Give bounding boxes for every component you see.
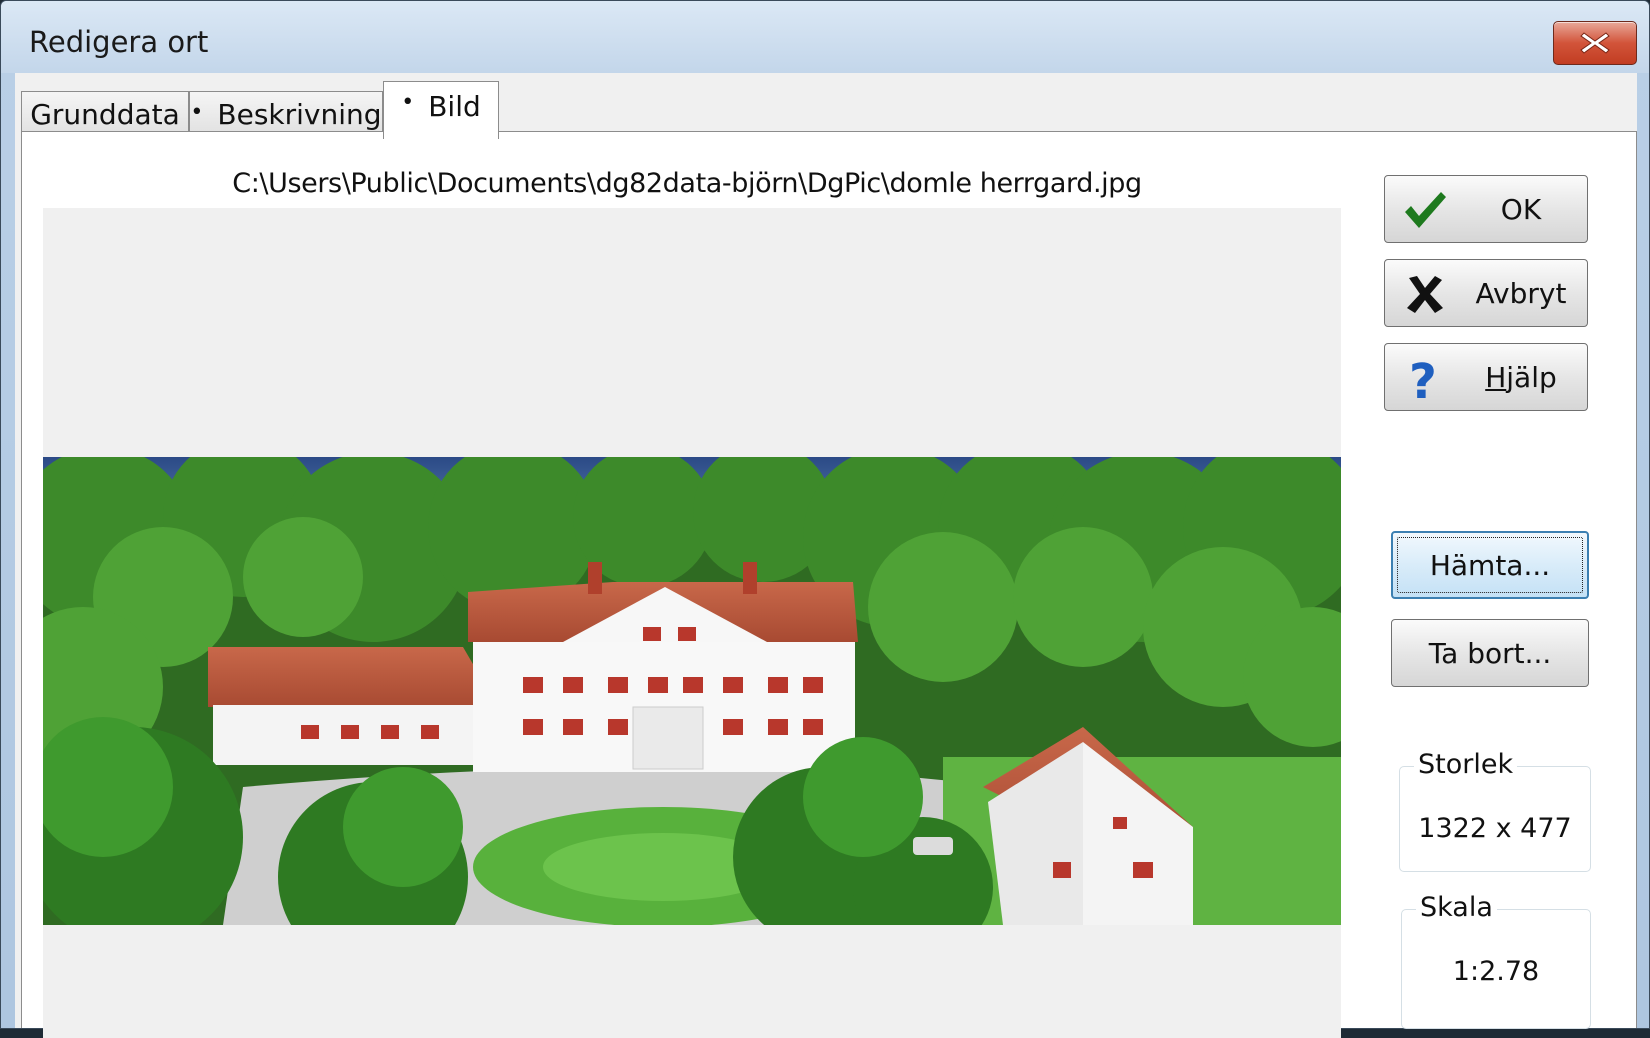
title-bar[interactable]: Redigera ort bbox=[1, 1, 1649, 73]
tab-bullet: • bbox=[401, 90, 415, 115]
dialog-window: Redigera ort Grunddata • Beskrivning • B… bbox=[0, 0, 1650, 1038]
tab-label: Beskrivning bbox=[217, 98, 382, 131]
dialog-client: Grunddata • Beskrivning • Bild C:\Users\… bbox=[15, 73, 1637, 1038]
image-preview bbox=[43, 208, 1341, 1038]
tab-label: Grunddata bbox=[30, 98, 180, 131]
ok-button[interactable]: OK bbox=[1384, 175, 1588, 243]
focus-rect bbox=[1397, 537, 1583, 593]
window-title: Redigera ort bbox=[29, 25, 209, 59]
scale-group: Skala 1:2.78 bbox=[1401, 892, 1591, 1029]
tab-label: Bild bbox=[428, 90, 481, 123]
question-icon: ? bbox=[1409, 354, 1437, 402]
scale-value: 1:2.78 bbox=[1452, 956, 1540, 987]
help-hotkey: H bbox=[1485, 360, 1507, 394]
tab-bullet: • bbox=[190, 100, 204, 125]
ok-label: OK bbox=[1500, 192, 1542, 226]
tab-bild[interactable]: • Bild bbox=[383, 81, 499, 139]
help-label: Hjälp bbox=[1455, 361, 1587, 394]
svg-text:?: ? bbox=[1409, 354, 1437, 402]
cancel-button[interactable]: Avbryt bbox=[1384, 259, 1588, 327]
close-button[interactable] bbox=[1553, 21, 1637, 65]
remove-button[interactable]: Ta bort... bbox=[1391, 619, 1589, 687]
size-group: Storlek 1322 x 477 bbox=[1399, 749, 1591, 872]
manor-photo bbox=[43, 457, 1341, 925]
fetch-button[interactable]: Hämta... bbox=[1391, 531, 1589, 599]
file-path-label: C:\Users\Public\Documents\dg82data-björn… bbox=[232, 168, 1142, 199]
checkmark-icon bbox=[1405, 192, 1446, 228]
help-button[interactable]: ? Hjälp bbox=[1384, 343, 1588, 411]
close-icon bbox=[1580, 32, 1610, 54]
remove-label: Ta bort... bbox=[1428, 636, 1552, 670]
cancel-label: Avbryt bbox=[1475, 276, 1567, 310]
help-label-rest: jälp bbox=[1506, 360, 1557, 394]
size-value: 1322 x 477 bbox=[1418, 813, 1572, 844]
x-icon bbox=[1407, 276, 1443, 313]
size-legend: Storlek bbox=[1414, 749, 1518, 780]
scale-legend: Skala bbox=[1416, 892, 1497, 923]
